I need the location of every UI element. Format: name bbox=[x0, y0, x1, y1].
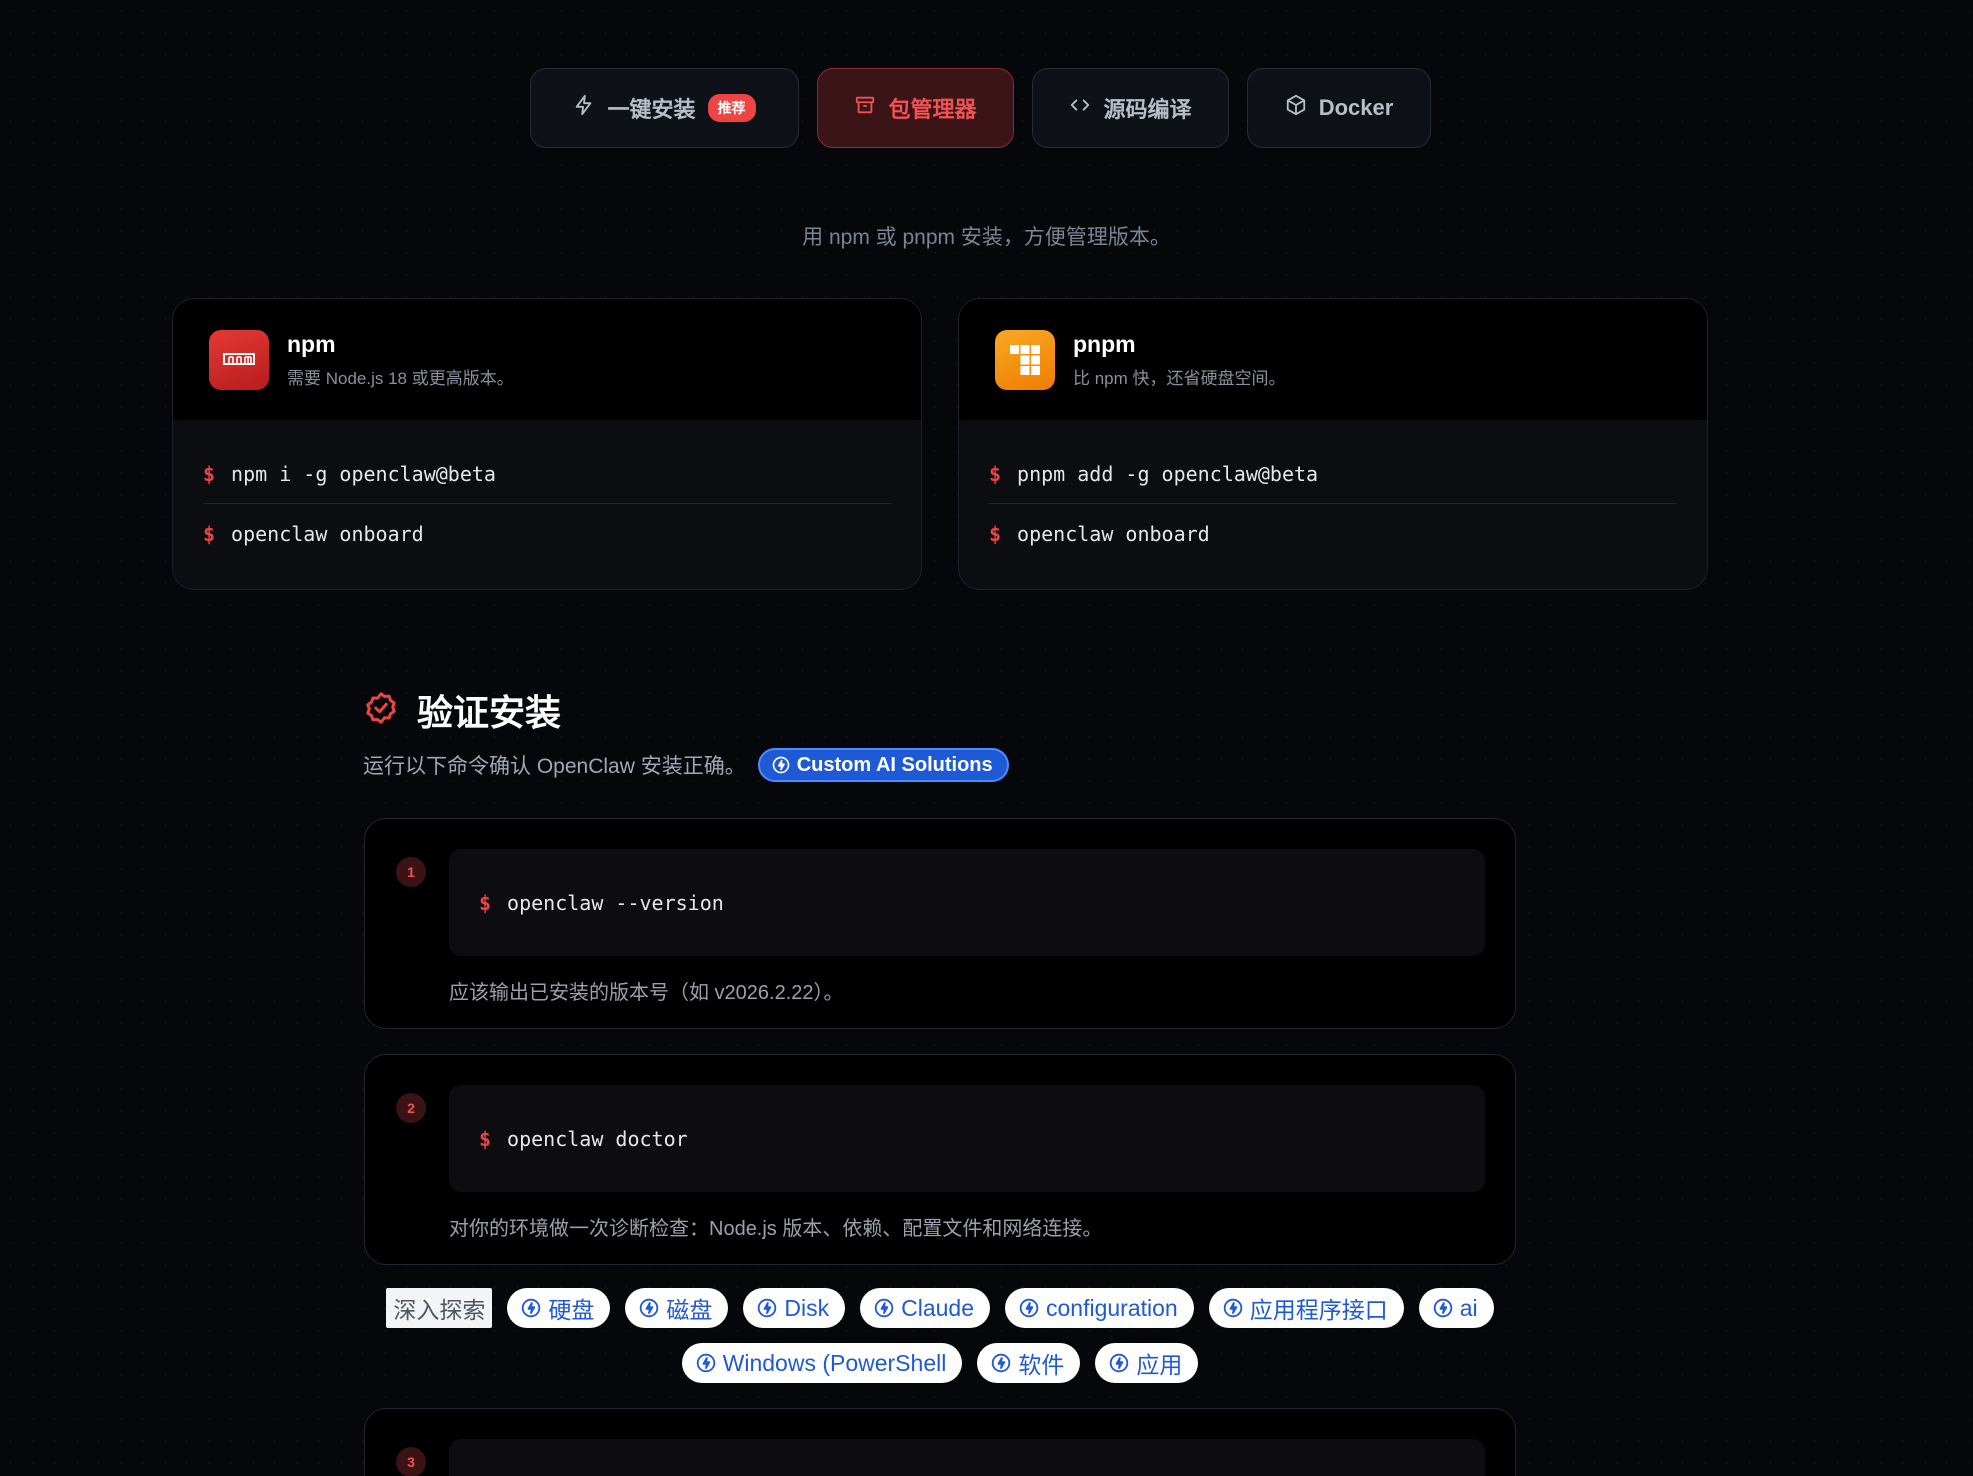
bolt-circle-icon bbox=[1019, 1298, 1039, 1318]
pnpm-card-header: pnpm 比 npm 快，还省硬盘空间。 bbox=[959, 299, 1707, 420]
prompt-symbol: $ bbox=[989, 461, 1002, 486]
install-method-tabs: 一键安装 推荐 包管理器 源码编译 Docker bbox=[0, 68, 1973, 148]
explore-label: 深入探索 bbox=[386, 1288, 493, 1328]
verify-step-3: 3 bbox=[364, 1408, 1516, 1476]
bolt-circle-icon bbox=[1433, 1298, 1452, 1318]
tab-package-manager[interactable]: 包管理器 bbox=[817, 68, 1014, 148]
command-text: openclaw --version bbox=[507, 890, 724, 915]
pnpm-command-list: $ pnpm add -g openclaw@beta $ openclaw o… bbox=[959, 444, 1707, 564]
explore-tags: 深入探索 硬盘 磁盘 Disk Claude configuration 应用程… bbox=[364, 1288, 1516, 1383]
bolt-circle-icon bbox=[874, 1298, 894, 1318]
step-command-block[interactable]: $ openclaw doctor bbox=[449, 1085, 1485, 1192]
custom-ai-solutions-link[interactable]: Custom AI Solutions bbox=[757, 748, 1009, 782]
verify-desc-text: 运行以下命令确认 OpenClaw 安装正确。 bbox=[363, 755, 746, 778]
tag-chip[interactable]: 应用程序接口 bbox=[1208, 1288, 1404, 1328]
command-row[interactable]: $ openclaw onboard bbox=[989, 504, 1677, 564]
prompt-symbol: $ bbox=[479, 890, 492, 915]
tab-docker[interactable]: Docker bbox=[1247, 68, 1431, 148]
command-row[interactable]: $ openclaw onboard bbox=[203, 504, 891, 564]
code-icon bbox=[1069, 94, 1091, 122]
chip-label: 硬盘 bbox=[548, 1297, 595, 1323]
bolt-circle-icon bbox=[1110, 1353, 1129, 1373]
link-label: Custom AI Solutions bbox=[796, 753, 993, 776]
tag-chip[interactable]: configuration bbox=[1005, 1288, 1194, 1328]
package-name: pnpm bbox=[1073, 330, 1136, 357]
bolt-circle-icon bbox=[696, 1353, 715, 1373]
section-subtitle: 用 npm 或 pnpm 安装，方便管理版本。 bbox=[802, 226, 1171, 249]
step-number: 2 bbox=[396, 1093, 426, 1123]
step-note: 应该输出已安装的版本号（如 v2026.2.22）。 bbox=[449, 982, 844, 1004]
bolt-icon bbox=[573, 94, 595, 122]
bolt-circle-icon bbox=[992, 1353, 1011, 1373]
tab-label: Docker bbox=[1318, 95, 1394, 120]
package-desc: 比 npm 快，还省硬盘空间。 bbox=[1073, 368, 1286, 388]
chip-label: 应用 bbox=[1136, 1352, 1183, 1378]
chip-label: Disk bbox=[784, 1294, 830, 1321]
npm-card-header: npm 需要 Node.js 18 或更高版本。 bbox=[173, 299, 921, 420]
chip-label: ai bbox=[1459, 1294, 1478, 1321]
bolt-circle-icon bbox=[772, 756, 790, 774]
tab-label: 包管理器 bbox=[888, 97, 977, 122]
tag-chip[interactable]: 硬盘 bbox=[507, 1288, 611, 1328]
command-text: pnpm add -g openclaw@beta bbox=[1017, 461, 1319, 486]
bolt-circle-icon bbox=[758, 1298, 777, 1318]
tag-chip[interactable]: Claude bbox=[860, 1288, 990, 1328]
step-command-block[interactable] bbox=[449, 1439, 1485, 1476]
step-number: 1 bbox=[396, 857, 426, 887]
verify-title: 验证安装 bbox=[417, 692, 562, 733]
chip-label: 软件 bbox=[1018, 1352, 1065, 1378]
verify-step-2: 2 $ openclaw doctor 对你的环境做一次诊断检查：Node.js… bbox=[364, 1054, 1516, 1265]
chip-label: Claude bbox=[901, 1294, 974, 1321]
verify-description: 运行以下命令确认 OpenClaw 安装正确。 Custom AI Soluti… bbox=[363, 748, 1009, 782]
tab-label: 源码编译 bbox=[1103, 97, 1192, 122]
command-text: npm i -g openclaw@beta bbox=[231, 461, 496, 486]
command-text: openclaw doctor bbox=[507, 1126, 688, 1151]
tab-label: 一键安装 bbox=[607, 97, 696, 122]
pnpm-logo-icon bbox=[995, 329, 1055, 390]
tag-chip[interactable]: 磁盘 bbox=[625, 1288, 729, 1328]
command-text: openclaw onboard bbox=[231, 522, 424, 546]
recommended-badge: 推荐 bbox=[707, 94, 756, 122]
npm-command-list: $ npm i -g openclaw@beta $ openclaw onbo… bbox=[173, 444, 921, 564]
chip-label: 磁盘 bbox=[666, 1297, 713, 1323]
bolt-circle-icon bbox=[640, 1298, 659, 1318]
chip-label: configuration bbox=[1046, 1294, 1178, 1321]
prompt-symbol: $ bbox=[203, 461, 216, 486]
prompt-symbol: $ bbox=[203, 522, 216, 546]
npm-card: npm 需要 Node.js 18 或更高版本。 $ npm i -g open… bbox=[172, 298, 922, 590]
archive-icon bbox=[854, 94, 876, 122]
step-note: 对你的环境做一次诊断检查：Node.js 版本、依赖、配置文件和网络连接。 bbox=[449, 1218, 1103, 1240]
verify-heading: 验证安装 bbox=[363, 684, 561, 736]
tag-chip[interactable]: 软件 bbox=[977, 1343, 1081, 1383]
package-name: npm bbox=[287, 330, 336, 357]
prompt-symbol: $ bbox=[989, 522, 1002, 546]
prompt-symbol: $ bbox=[479, 1126, 492, 1151]
step-number: 3 bbox=[396, 1447, 426, 1476]
command-row[interactable]: $ npm i -g openclaw@beta bbox=[203, 444, 891, 504]
command-text: openclaw onboard bbox=[1017, 522, 1210, 546]
step-command-block[interactable]: $ openclaw --version bbox=[449, 849, 1485, 956]
badge-check-icon bbox=[363, 690, 399, 731]
tab-one-click-install[interactable]: 一键安装 推荐 bbox=[530, 68, 799, 148]
tag-chip[interactable]: Windows (PowerShell bbox=[681, 1343, 963, 1383]
chip-label: Windows (PowerShell bbox=[722, 1349, 947, 1376]
command-row[interactable]: $ pnpm add -g openclaw@beta bbox=[989, 444, 1677, 504]
box-icon bbox=[1285, 94, 1307, 122]
tag-chip[interactable]: ai bbox=[1418, 1288, 1494, 1328]
tag-chip[interactable]: 应用 bbox=[1095, 1343, 1199, 1383]
verify-step-1: 1 $ openclaw --version 应该输出已安装的版本号（如 v20… bbox=[364, 818, 1516, 1029]
pnpm-card: pnpm 比 npm 快，还省硬盘空间。 $ pnpm add -g openc… bbox=[958, 298, 1708, 590]
tab-build-from-source[interactable]: 源码编译 bbox=[1032, 68, 1229, 148]
chip-label: 应用程序接口 bbox=[1249, 1297, 1388, 1323]
bolt-circle-icon bbox=[522, 1298, 541, 1318]
npm-logo-icon bbox=[209, 329, 269, 390]
bolt-circle-icon bbox=[1223, 1298, 1242, 1318]
package-desc: 需要 Node.js 18 或更高版本。 bbox=[287, 368, 514, 388]
tag-chip[interactable]: Disk bbox=[743, 1288, 846, 1328]
